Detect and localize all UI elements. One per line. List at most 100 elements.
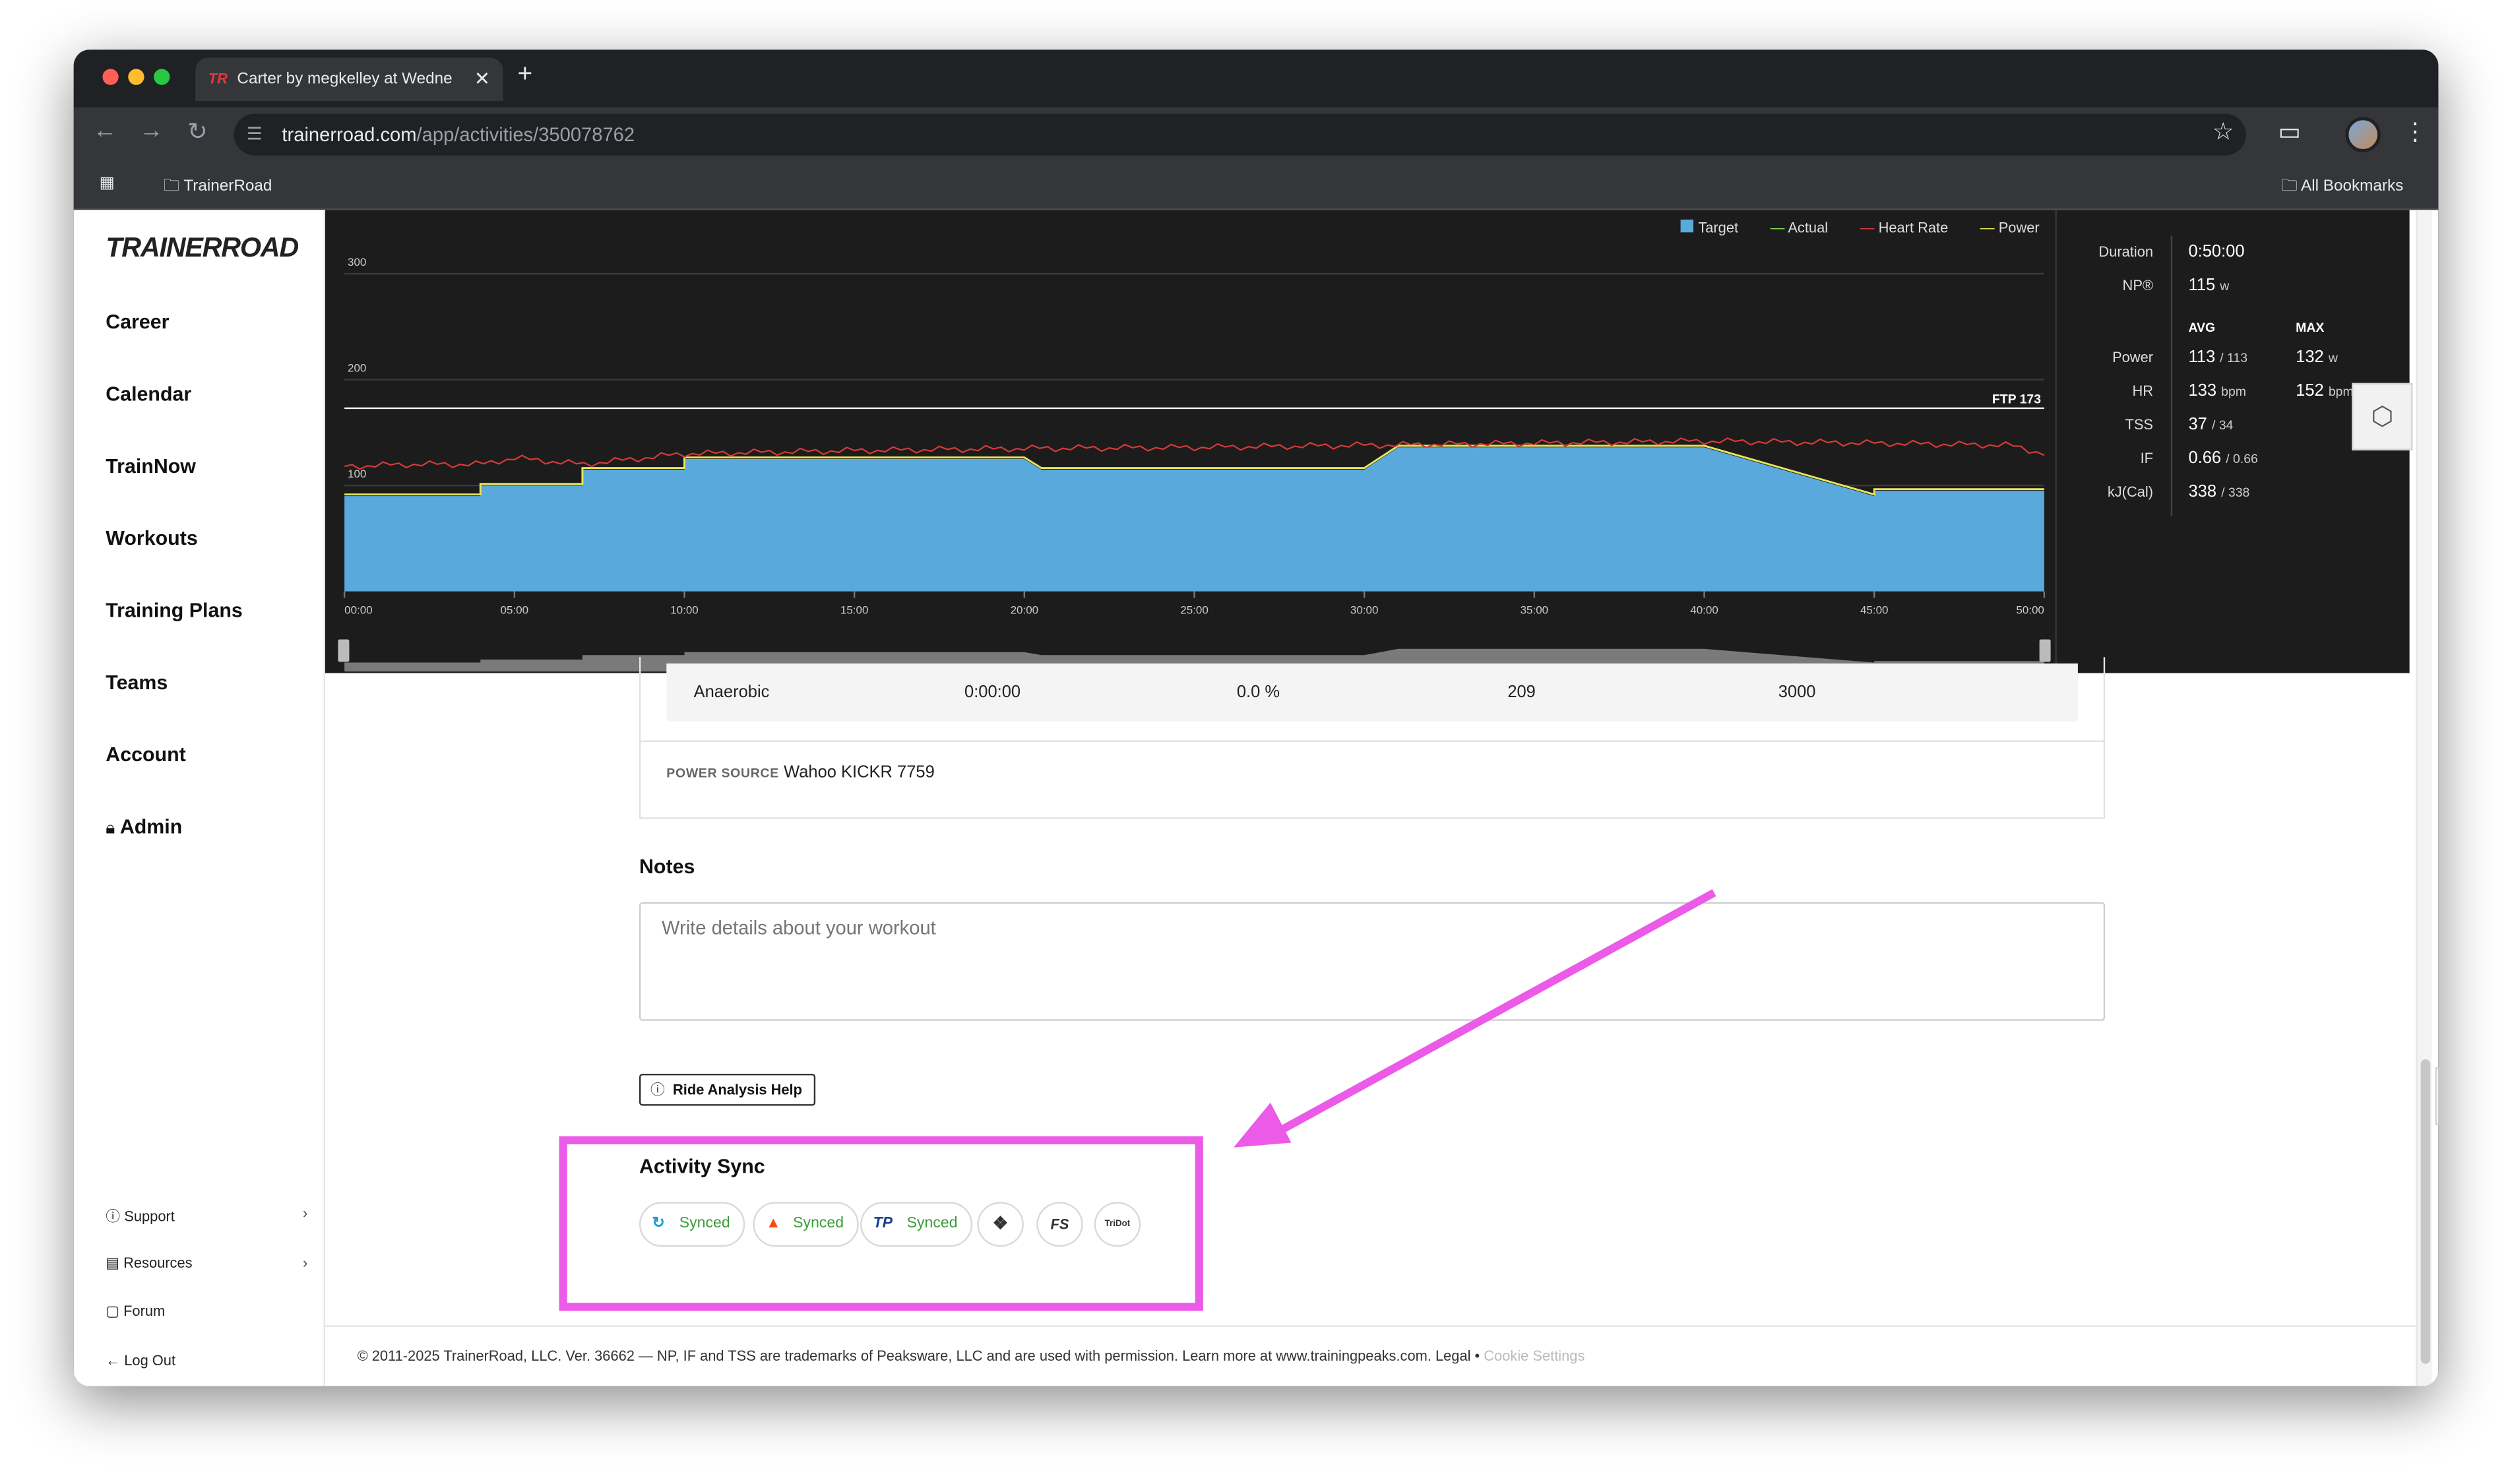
sidebar-item-training-plans[interactable]: Training Plans (106, 600, 242, 622)
power-max-number: 132 (2296, 348, 2324, 367)
kj-avg-sub: / 338 (2221, 485, 2250, 501)
workout-chart[interactable]: Target — Actual — Heart Rate — Power 300… (325, 210, 2056, 673)
sidebar-forum[interactable]: ▢ Forum (106, 1303, 307, 1320)
tab-close-icon[interactable]: ✕ (474, 57, 490, 101)
zone-name: Anaerobic (693, 683, 770, 702)
zone-time: 0:00:00 (964, 683, 1021, 702)
ride-analysis-help-label: Ride Analysis Help (673, 1082, 803, 1098)
x-tick-label: 25:00 (1180, 604, 1209, 617)
tab-strip: TR Carter by megkelley at Wedne ✕ + (73, 49, 2439, 108)
power-max-unit: w (2328, 351, 2338, 365)
power-zones-card: Anaerobic 0:00:00 0.0 % 209 3000 POWER S… (639, 657, 2106, 819)
sidebar-support[interactable]: ⓘ Support › (106, 1205, 307, 1226)
hr-avg: 133 bpm (2188, 381, 2245, 400)
tss-avg-sub: / 34 (2211, 418, 2234, 433)
cookie-settings-link[interactable]: Cookie Settings (1484, 1347, 1585, 1363)
sidebar-item-calendar[interactable]: Calendar (106, 383, 191, 406)
new-tab-icon[interactable]: + (517, 61, 532, 90)
np-number: 115 (2188, 275, 2216, 295)
cast-icon[interactable]: ▭ (2278, 117, 2300, 146)
hr-label: HR (2132, 383, 2154, 400)
trainerroad-logo[interactable]: TRAINERROAD (106, 232, 299, 264)
duration-label: Duration (2098, 243, 2154, 260)
power-avg: 113 / 113 (2188, 348, 2247, 367)
zone-percent: 0.0 % (1236, 683, 1280, 702)
page-footer: © 2011-2025 TrainerRoad, LLC. Ver. 36662… (325, 1325, 2416, 1386)
reload-icon[interactable]: ↻ (187, 117, 208, 146)
close-window-button[interactable] (102, 69, 119, 85)
resources-icon: ▤ (106, 1254, 119, 1271)
forward-icon[interactable]: → (139, 117, 163, 144)
browser-menu-icon[interactable]: ⋮ (2403, 117, 2427, 146)
scrollbar-thumb[interactable] (2420, 1059, 2431, 1364)
if-avg-sub: / 0.66 (2226, 452, 2258, 467)
sidebar-item-trainnow[interactable]: TrainNow (106, 455, 196, 478)
browser-tab[interactable]: TR Carter by megkelley at Wedne ✕ (195, 57, 503, 102)
sidebar: TRAINERROAD Career Calendar TrainNow Wor… (73, 210, 326, 1386)
power-source: POWER SOURCE Wahoo KICKR 7759 (641, 740, 2104, 805)
sidebar-resources[interactable]: ▤ Resources › (106, 1255, 307, 1273)
chat-bubble-icon: ▢ (106, 1303, 119, 1319)
power-source-label: POWER SOURCE (666, 766, 779, 781)
tss-avg: 37 / 34 (2188, 415, 2233, 434)
support-label: Support (124, 1208, 175, 1225)
hr-max: 152 bpm (2296, 381, 2353, 400)
tss-avg-number: 37 (2188, 415, 2207, 435)
ftp-label: FTP 173 (1992, 392, 2041, 407)
sidebar-item-teams[interactable]: Teams (106, 671, 168, 694)
address-bar[interactable]: ☰ trainerroad.com/app/activities/3500787… (234, 113, 2246, 156)
kj-label: kJ(Cal) (2107, 483, 2154, 501)
tss-label: TSS (2125, 416, 2154, 433)
x-tick-label: 00:00 (344, 604, 373, 617)
bookmark-folder-label: TrainerRoad (183, 177, 272, 196)
url-host: trainerroad.com (282, 123, 417, 146)
bookmark-star-icon[interactable]: ☆ (2213, 117, 2234, 146)
power-max: 132 w (2296, 348, 2338, 367)
zoom-window-button[interactable] (154, 69, 170, 85)
notes-textarea[interactable] (639, 902, 2106, 1021)
hr-avg-number: 133 (2188, 381, 2217, 401)
logout-label: Log Out (124, 1352, 176, 1369)
highlight-annotation-box (559, 1136, 1203, 1311)
sidebar-item-admin[interactable]: 🔒︎ Admin (106, 816, 182, 840)
apps-grid-icon[interactable]: ▦ (100, 175, 115, 193)
if-label: IF (2140, 450, 2154, 467)
zone-high: 3000 (1778, 683, 1816, 702)
hr-avg-unit: bpm (2221, 385, 2246, 400)
bookmark-folder-trainerroad[interactable]: 🗀 TrainerRoad (164, 175, 272, 202)
stats-divider (2170, 235, 2173, 516)
tab-title: Carter by megkelley at Wedne (237, 70, 453, 88)
sidebar-item-account[interactable]: Account (106, 743, 185, 766)
kj-avg: 338 / 338 (2188, 482, 2249, 501)
table-row: Anaerobic 0:00:00 0.0 % 209 3000 (666, 663, 2078, 722)
hr-max-number: 152 (2296, 381, 2324, 401)
x-tick-label: 05:00 (501, 604, 529, 617)
chart-plot: 300 200 100 FTP 173 00:00 05:00 10:00 15:00 20:0… (338, 256, 2051, 672)
resources-label: Resources (123, 1254, 193, 1271)
x-tick-label: 10:00 (670, 604, 699, 617)
minimize-window-button[interactable] (128, 69, 144, 85)
all-bookmarks-button[interactable]: 🗀 All Bookmarks (2281, 175, 2403, 202)
browser-window: TR Carter by megkelley at Wedne ✕ + ← → … (73, 49, 2439, 1386)
page-scrollbar[interactable] (2416, 210, 2432, 1386)
sidebar-item-workouts[interactable]: Workouts (106, 527, 197, 549)
np-unit: w (2220, 278, 2230, 294)
profile-avatar[interactable] (2345, 117, 2381, 152)
hr-max-unit: bpm (2328, 385, 2354, 400)
sidebar-item-career[interactable]: Career (106, 311, 169, 333)
power-avg-sub: / 113 (2220, 351, 2248, 365)
floating-settings-button[interactable]: ⬡ (2435, 1067, 2439, 1125)
power-source-value: Wahoo KICKR 7759 (784, 762, 935, 782)
bookmarks-bar: ▦ 🗀 TrainerRoad 🗀 All Bookmarks (73, 162, 2439, 210)
site-settings-icon[interactable]: ☰ (247, 114, 263, 156)
sidebar-logout[interactable]: ← Log Out (106, 1353, 307, 1369)
help-circle-icon: ⓘ (106, 1208, 121, 1225)
if-avg-number: 0.66 (2188, 448, 2222, 468)
back-icon[interactable]: ← (93, 117, 117, 144)
ride-analysis-help-button[interactable]: ⓘ Ride Analysis Help (639, 1073, 815, 1106)
x-tick-label: 20:00 (1011, 604, 1039, 617)
np-value: 115 w (2188, 276, 2229, 295)
chart-settings-button[interactable]: ⬡ (2352, 383, 2413, 450)
url-path: /app/activities/350078762 (416, 123, 635, 146)
x-tick-label: 40:00 (1690, 604, 1718, 617)
